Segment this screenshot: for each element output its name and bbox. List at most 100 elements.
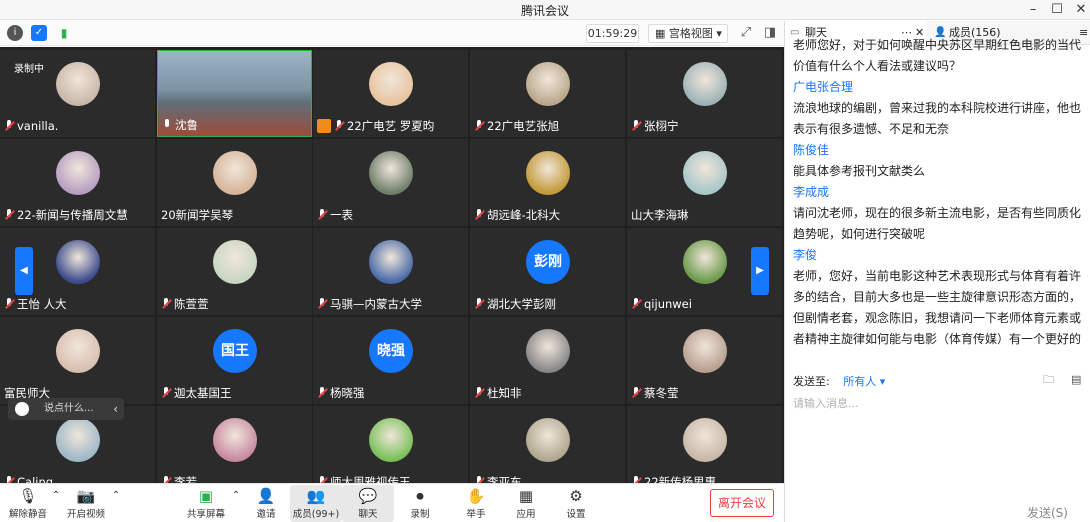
participant-tile[interactable]: 张栩宁 [627,50,782,137]
video-options-chevron[interactable]: ⌃ [106,485,120,522]
share-options-chevron[interactable]: ⌃ [226,485,240,522]
mic-muted-icon [631,298,641,310]
shield-icon[interactable]: ✓ [31,25,47,41]
participant-name: 张栩宁 [631,118,679,134]
grid-icon: ▦ [655,27,669,40]
participant-name-text: 胡远峰-北科大 [487,208,561,222]
participant-name-text: 王怡 人大 [17,297,67,311]
meeting-timer: 01:59:29 [586,24,639,43]
participant-name: 迦太基国王 [161,385,232,401]
message-text: 请问沈老师，现在的很多新主流电影，是否有些同质化趋势呢，如何进行突破呢 [793,206,1082,241]
participant-name: 22-新闻与传播周文慧 [4,207,128,223]
message-sender[interactable]: 陈俊佳 [793,140,1085,161]
leave-meeting-button[interactable]: 离开会议 [710,489,774,517]
participant-tile[interactable]: 彭刚 湖北大学彭刚 [470,228,625,315]
participant-name-text: 迦太基国王 [174,386,232,400]
start-video-button[interactable]: 📷 开启视频 [60,485,112,522]
message-sender[interactable]: 李成成 [793,182,1085,203]
audio-options-chevron[interactable]: ⌃ [46,485,60,522]
participant-tile[interactable]: 富民师大 [0,317,155,404]
send-button[interactable]: 发送(S) [1027,504,1068,521]
participant-name-text: 张栩宁 [644,119,679,133]
mic-muted-icon [474,298,484,310]
record-button[interactable]: ⏺ 录制 [394,485,446,522]
sidebar-toggle-icon[interactable]: ◨ [762,25,778,41]
raise-hand-button[interactable]: ✋ 举手 [450,485,502,522]
avatar [56,151,100,195]
info-icon[interactable]: i [7,25,23,41]
fullscreen-icon[interactable]: ⤢ [738,25,754,41]
maximize-icon[interactable]: ☐ [1046,1,1068,19]
participant-name-text: 李若 [174,475,197,483]
apps-button[interactable]: ▦ 应用 [500,485,552,522]
chat-label: 聊天 [358,509,378,520]
chat-button[interactable]: 💬 聊天 [342,485,394,522]
message-sender[interactable]: 李俊 [793,245,1085,266]
recording-indicator: 录制中 [14,64,44,75]
send-to-dropdown[interactable]: 所有人 ▾ [843,375,885,388]
mic-muted-icon [317,387,327,399]
window-title: 腾讯会议 [520,4,569,18]
screenshot-icon[interactable]: ▤ [1071,373,1085,386]
avatar [526,62,570,106]
mic-muted-icon [334,120,344,132]
participant-name: 陈萱萱 [161,296,209,312]
collapse-icon[interactable]: ‹ [113,398,118,420]
message-text: 老师您好，对于如何唤醒中央苏区早期红色电影的当代价值有什么个人看法或建议吗？ [793,38,1082,73]
participant-name: 李亚东 [474,474,522,483]
participant-tile[interactable]: 一表 [313,139,468,226]
send-to-row: 发送至: 所有人 ▾ [793,373,885,389]
message-text: 流浪地球的编剧，曾来过我的本科院校进行讲座，他也表示有很多遗憾、不足和无奈 [793,101,1082,136]
avatar [369,418,413,462]
participant-tile[interactable]: 22-新闻与传播周文慧 [0,139,155,226]
close-icon[interactable]: ✕ [1070,1,1090,19]
participant-tile[interactable]: 22广电艺张旭 [470,50,625,137]
participant-tile[interactable]: 陈萱萱 [157,228,312,315]
participant-tile[interactable]: 蔡冬莹 [627,317,782,404]
minimize-icon[interactable]: – [1022,1,1044,19]
invite-button[interactable]: 👤 邀请 [240,485,292,522]
participant-name-text: Caling [17,475,54,483]
invite-label: 邀请 [256,509,276,520]
message-sender[interactable]: 广电张合理 [793,77,1085,98]
participant-tile[interactable]: 马骐—内蒙古大学 [313,228,468,315]
participant-name-text: vanilla. [17,119,59,133]
avatar [56,240,100,284]
avatar [683,151,727,195]
participant-name: 沈鲁 [162,117,198,133]
participant-tile[interactable]: 20新闻学吴琴 [157,139,312,226]
mic-muted-icon [317,298,327,310]
view-mode-button[interactable]: ▦ 宫格视图 ▾ [648,24,728,43]
participant-name-text: 蔡冬莹 [644,386,679,400]
participant-tile[interactable]: 22新传杨思惠 [627,406,782,483]
chat-message-list[interactable]: 陈俊佳 老师您好，对于如何唤醒中央苏区早期红色电影的当代价值有什么个人看法或建议吗… [793,35,1085,379]
participant-tile[interactable]: 山大李海琳 [627,139,782,226]
folder-icon[interactable]: 🗀 [1043,373,1057,386]
participant-name-text: 22广电艺张旭 [487,119,560,133]
mic-muted-icon [161,476,171,483]
signal-icon[interactable]: ▮ [56,25,72,41]
settings-button[interactable]: ⚙ 设置 [550,485,602,522]
avatar [213,151,257,195]
participant-tile[interactable]: 师大周雅视传王 [313,406,468,483]
share-screen-button[interactable]: ▣ 共享屏幕 [180,485,232,522]
quick-chat-input[interactable]: 说点什么... ‹ [8,398,124,420]
emoji-icon[interactable] [15,402,29,416]
apps-icon: ▦ [518,487,534,505]
mic-muted-icon: 🎙 [18,487,38,505]
participant-tile[interactable]: 李亚东 [470,406,625,483]
participant-tile[interactable]: 李若 [157,406,312,483]
participant-name-text: 杨晓强 [330,386,365,400]
message-text: 能具体参考报刊文献类么 [793,164,926,178]
grid-next-button[interactable]: ▶ [751,247,769,295]
participant-tile[interactable]: 22广电艺 罗夏昀 [313,50,468,137]
chat-input[interactable]: 请输入消息... [793,395,1083,495]
participant-tile[interactable]: 国王 迦太基国王 [157,317,312,404]
participant-tile[interactable]: 沈鲁 [157,50,312,137]
participant-tile[interactable]: vanilla. 录制中 [0,50,155,137]
grid-prev-button[interactable]: ◀ [15,247,33,295]
members-button[interactable]: 👥 成员(99+) [290,485,342,522]
participant-tile[interactable]: 杜知非 [470,317,625,404]
participant-tile[interactable]: 胡远峰-北科大 [470,139,625,226]
participant-tile[interactable]: 晓强 杨晓强 [313,317,468,404]
